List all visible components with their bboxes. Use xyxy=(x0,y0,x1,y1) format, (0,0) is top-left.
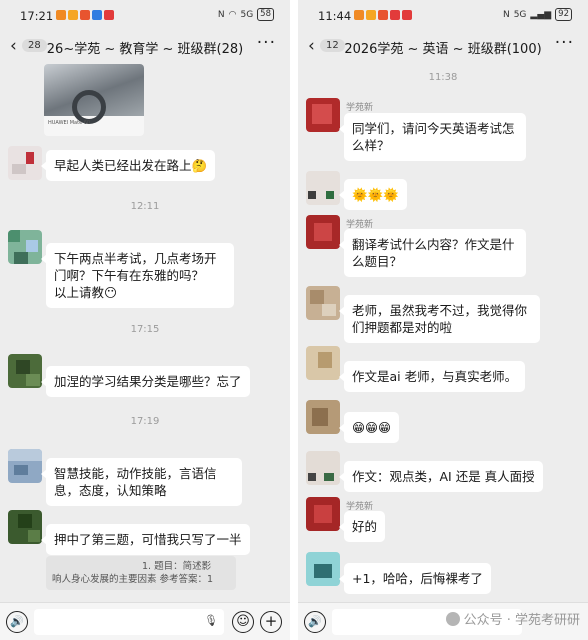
sender-name: 学苑新 xyxy=(346,103,374,113)
system-icons: N 5G ▂▄▆ 92 xyxy=(503,8,572,21)
battery-icon: 58 xyxy=(257,8,274,21)
message-bubble[interactable]: +1，哈哈，后悔裸考了 xyxy=(339,563,491,594)
system-icons: N ◠ 5G 58 xyxy=(218,8,274,21)
message-bubble[interactable]: 加涅的学习结果分类是哪些？忘了 xyxy=(41,366,250,397)
watermark-text: 公众号 · 学苑考研研 xyxy=(463,613,580,628)
avatar[interactable] xyxy=(8,449,42,483)
microphone-icon[interactable]: 🎙 xyxy=(204,614,218,627)
nfc-icon: N xyxy=(502,9,510,20)
status-bar: 17:21 N ◠ 5G 58 xyxy=(0,0,290,30)
car-photo[interactable] xyxy=(44,64,144,124)
message-bubble[interactable]: 同学们，请问今天英语考试怎么样？ xyxy=(339,113,526,161)
message-timestamp: 17:15 xyxy=(130,324,160,335)
voice-input-icon[interactable]: 🔊 xyxy=(304,611,326,633)
steering-wheel-graphic xyxy=(72,90,106,124)
message-bubble[interactable]: 翻译考试什么内容？作文是什么题目？ xyxy=(339,229,526,277)
status-bar: 11:44 N 5G ▂▄▆ 92 xyxy=(298,0,588,30)
chat-title: 2026学苑 ~ 英语 ~ 班级群(100) xyxy=(344,42,542,57)
avatar[interactable] xyxy=(306,497,340,531)
chat-title: 26~学苑 ~ 教育学 ~ 班级群(28) xyxy=(46,42,244,57)
avatar[interactable] xyxy=(306,552,340,586)
message-bubble[interactable]: 早起人类已经出发在路上🤔 xyxy=(40,150,216,181)
wechat-official-account-icon xyxy=(445,611,460,626)
avatar[interactable] xyxy=(306,215,340,249)
battery-icon: 92 xyxy=(555,8,572,21)
message-bubble[interactable]: 下午两点半考试，几点考场开门啊？下午有在东雅的吗？ 以上请教😶 xyxy=(41,243,234,308)
avatar[interactable] xyxy=(306,286,340,320)
avatar[interactable] xyxy=(8,354,42,388)
signal-label: 5G xyxy=(240,9,254,20)
message-timestamp: 12:11 xyxy=(130,201,160,212)
add-attachment-icon[interactable]: + xyxy=(260,611,282,633)
message-bubble[interactable]: 智慧技能，动作技能，言语信息，态度，认知策略 xyxy=(41,458,242,506)
cell-signal-icon: ▂▄▆ xyxy=(530,9,552,20)
message-bubble[interactable]: 🌞🌞🌞 xyxy=(339,179,407,210)
avatar[interactable] xyxy=(8,146,42,180)
notification-icons xyxy=(56,10,114,20)
image-message[interactable]: HUAWEI Mate 60 xyxy=(44,64,144,136)
chat-header: ‹ 28 26~学苑 ~ 教育学 ~ 班级群(28) ··· xyxy=(0,30,290,64)
avatar[interactable] xyxy=(306,346,340,380)
avatar[interactable] xyxy=(306,451,340,485)
quote-line: 1. 题目：简述影 xyxy=(142,561,212,572)
chat-header: ‹ 12 2026学苑 ~ 英语 ~ 班级群(100) ··· xyxy=(298,30,588,64)
chat-window-education: 17:21 N ◠ 5G 58 ‹ 28 26~学苑 ~ 教育学 ~ 班级群(2… xyxy=(0,0,290,640)
message-bubble[interactable]: 作文：观点类，AI 还是 真人面授 xyxy=(339,461,543,492)
voice-input-icon[interactable]: 🔊 xyxy=(6,611,28,633)
emoji-icon[interactable]: ☺ xyxy=(232,611,254,633)
avatar[interactable] xyxy=(306,400,340,434)
watermark: 公众号 · 学苑考研研 xyxy=(445,609,580,628)
quote-line: 响人身心发展的主要因素 参考答案：1 xyxy=(52,574,214,585)
message-input-bar: 🔊 🎙 ☺ + xyxy=(0,602,290,640)
status-time: 17:21 xyxy=(20,9,54,23)
status-time: 11:44 xyxy=(318,9,352,23)
nfc-icon: N xyxy=(217,9,225,20)
message-bubble[interactable]: 作文是ai 老师，与真实老师。 xyxy=(338,361,526,392)
quoted-message[interactable]: 1. 题目：简述影 响人身心发展的主要因素 参考答案：1 xyxy=(46,556,236,590)
message-bubble[interactable]: 好的 xyxy=(338,511,386,542)
more-options-icon[interactable]: ··· xyxy=(555,33,574,53)
message-timestamp: 11:38 xyxy=(428,72,458,83)
chat-window-english: 11:44 N 5G ▂▄▆ 92 ‹ 12 2026学苑 ~ 英语 ~ 班级群… xyxy=(298,0,588,640)
avatar[interactable] xyxy=(8,510,42,544)
signal-label: 5G xyxy=(513,9,527,20)
message-bubble[interactable]: 押中了第三题，可惜我只写了一半 xyxy=(41,524,250,555)
image-caption: HUAWEI Mate 60 xyxy=(48,120,91,126)
message-bubble[interactable]: 老师，虽然我考不过，我觉得你们押题都是对的啦 xyxy=(339,295,540,343)
message-bubble[interactable]: 😁😁😁 xyxy=(338,412,400,443)
wifi-icon: ◠ xyxy=(228,9,237,20)
avatar[interactable] xyxy=(306,98,340,132)
avatar[interactable] xyxy=(306,171,340,205)
more-options-icon[interactable]: ··· xyxy=(257,33,276,53)
avatar[interactable] xyxy=(8,230,42,264)
notification-icons xyxy=(354,10,412,20)
message-input[interactable]: 🎙 xyxy=(34,609,224,635)
message-timestamp: 17:19 xyxy=(130,416,160,427)
